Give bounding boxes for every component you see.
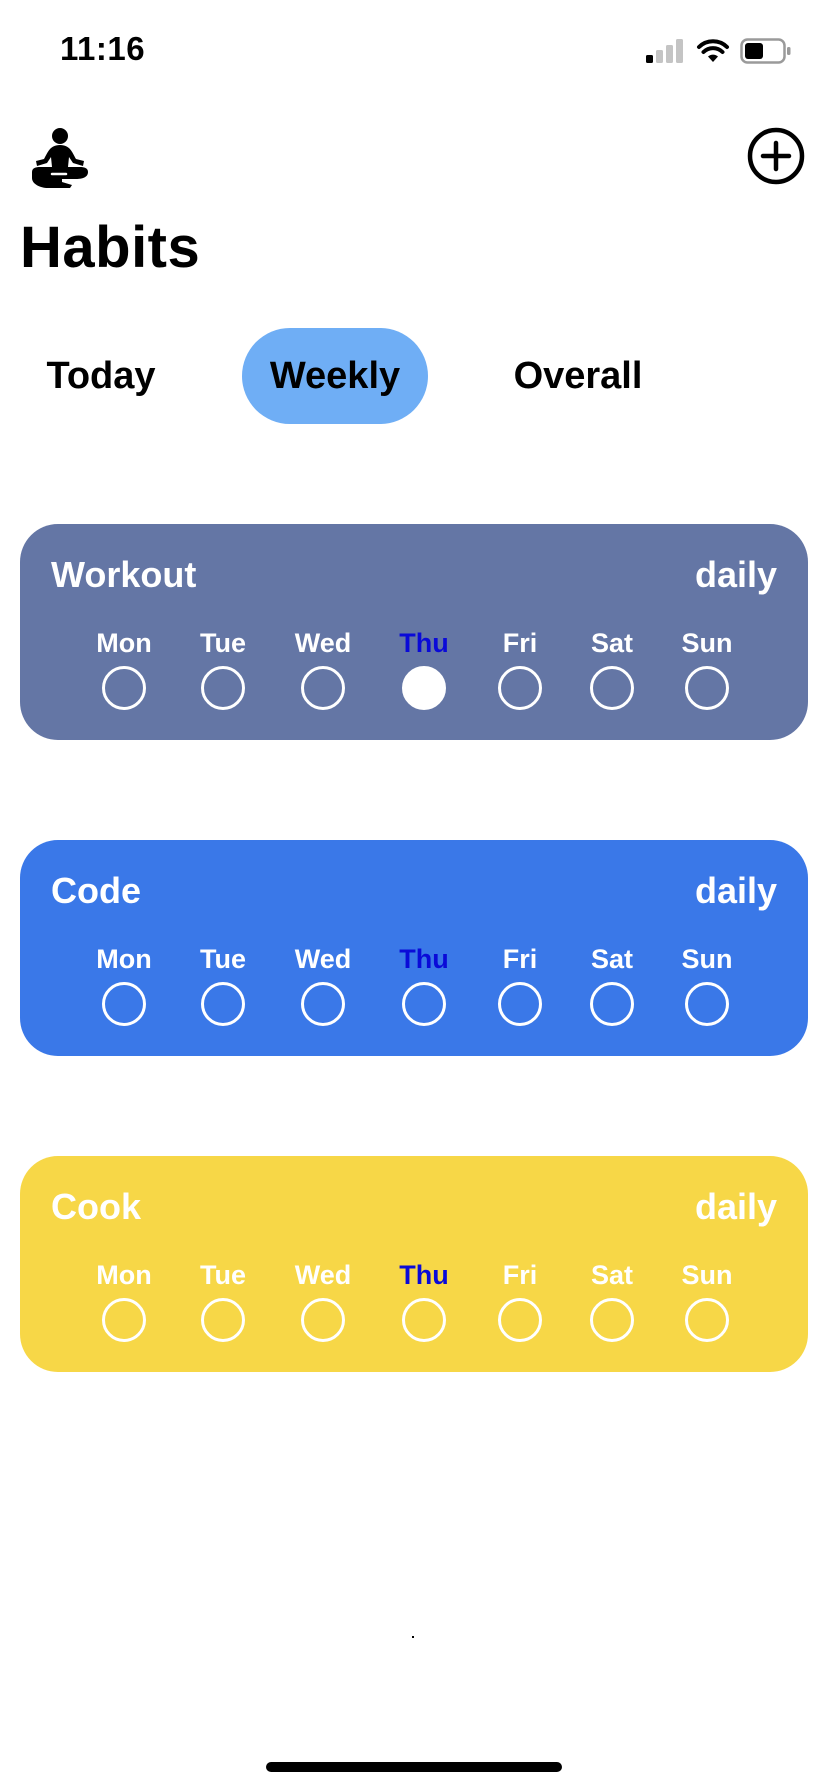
habit-name: Cook — [51, 1186, 141, 1227]
day-label: Fri — [502, 1260, 538, 1290]
day-label: Mon — [96, 1260, 152, 1290]
day-label: Mon — [96, 944, 152, 974]
habit-name: Code — [51, 870, 141, 911]
wifi-icon — [697, 39, 729, 62]
habit-card-code[interactable]: Code daily Mon Tue Wed Thu Fri Sat Sun — [20, 840, 808, 1056]
day-column-sun: Sun — [662, 628, 752, 710]
day-column-mon: Mon — [79, 628, 169, 710]
day-check-circle[interactable] — [590, 982, 634, 1026]
home-indicator[interactable] — [266, 1762, 562, 1772]
tab-bar: Today Weekly Overall — [0, 328, 828, 424]
day-column-sun: Sun — [662, 944, 752, 1026]
day-check-circle[interactable] — [201, 1298, 245, 1342]
day-column-sat: Sat — [567, 628, 657, 710]
tab-today[interactable]: Today — [20, 328, 182, 424]
status-icons — [646, 36, 792, 66]
day-label: Sun — [681, 628, 733, 658]
day-column-wed: Wed — [278, 628, 368, 710]
battery-icon — [740, 38, 791, 64]
day-check-circle[interactable] — [685, 666, 729, 710]
day-column-mon: Mon — [79, 944, 169, 1026]
day-check-circle[interactable] — [685, 982, 729, 1026]
day-check-circle[interactable] — [102, 1298, 146, 1342]
day-column-fri: Fri — [475, 1260, 565, 1342]
day-label: Sat — [590, 628, 634, 658]
status-time: 11:16 — [60, 30, 146, 67]
day-check-circle[interactable] — [201, 666, 245, 710]
day-column-sun: Sun — [662, 1260, 752, 1342]
habit-name: Workout — [51, 554, 197, 595]
day-label: Thu — [399, 944, 449, 974]
day-label: Wed — [294, 944, 352, 974]
day-check-circle[interactable] — [102, 666, 146, 710]
tab-weekly[interactable]: Weekly — [242, 328, 428, 424]
habit-card-cook[interactable]: Cook daily Mon Tue Wed Thu Fri Sat Sun — [20, 1156, 808, 1372]
day-column-fri: Fri — [475, 628, 565, 710]
cellular-signal-icon — [646, 39, 683, 63]
page-title: Habits — [20, 215, 201, 280]
add-habit-button[interactable] — [746, 126, 806, 186]
day-label: Sat — [590, 944, 634, 974]
day-column-tue: Tue — [178, 628, 268, 710]
day-column-sat: Sat — [567, 1260, 657, 1342]
day-label: Fri — [502, 628, 538, 658]
meditation-icon[interactable] — [28, 126, 92, 190]
day-column-tue: Tue — [178, 1260, 268, 1342]
day-check-circle[interactable] — [498, 1298, 542, 1342]
habit-frequency: daily — [694, 554, 777, 595]
day-column-fri: Fri — [475, 944, 565, 1026]
tab-overall[interactable]: Overall — [488, 328, 668, 424]
day-check-circle[interactable] — [402, 982, 446, 1026]
day-check-circle[interactable] — [102, 982, 146, 1026]
day-check-circle[interactable] — [301, 982, 345, 1026]
day-column-thu: Thu — [379, 628, 469, 710]
day-label: Sat — [590, 1260, 634, 1290]
day-label: Tue — [200, 944, 246, 974]
day-label: Sun — [681, 944, 733, 974]
habit-frequency: daily — [694, 1186, 777, 1227]
day-label: Wed — [294, 628, 352, 658]
day-label: Fri — [502, 944, 538, 974]
day-check-circle[interactable] — [590, 1298, 634, 1342]
day-check-circle[interactable] — [301, 1298, 345, 1342]
day-label: Tue — [200, 628, 246, 658]
day-check-circle[interactable] — [402, 1298, 446, 1342]
day-column-mon: Mon — [79, 1260, 169, 1342]
day-label: Thu — [399, 1260, 449, 1290]
day-check-circle[interactable] — [201, 982, 245, 1026]
day-check-circle[interactable] — [301, 666, 345, 710]
day-label: Mon — [96, 628, 152, 658]
day-column-wed: Wed — [278, 944, 368, 1026]
day-label: Sun — [681, 1260, 733, 1290]
day-check-circle[interactable] — [685, 1298, 729, 1342]
day-label: Tue — [200, 1260, 246, 1290]
day-label: Thu — [399, 628, 449, 658]
day-check-circle[interactable] — [590, 666, 634, 710]
status-bar: 11:16 — [0, 0, 828, 100]
day-column-wed: Wed — [278, 1260, 368, 1342]
habit-frequency: daily — [694, 870, 777, 911]
tiny-dot — [412, 1636, 414, 1638]
habit-card-workout[interactable]: Workout daily Mon Tue Wed Thu Fri Sat Sun — [20, 524, 808, 740]
day-check-circle[interactable] — [498, 982, 542, 1026]
day-column-thu: Thu — [379, 944, 469, 1026]
day-label: Wed — [294, 1260, 352, 1290]
day-check-circle[interactable] — [402, 666, 446, 710]
day-column-tue: Tue — [178, 944, 268, 1026]
day-column-sat: Sat — [567, 944, 657, 1026]
day-check-circle[interactable] — [498, 666, 542, 710]
day-column-thu: Thu — [379, 1260, 469, 1342]
